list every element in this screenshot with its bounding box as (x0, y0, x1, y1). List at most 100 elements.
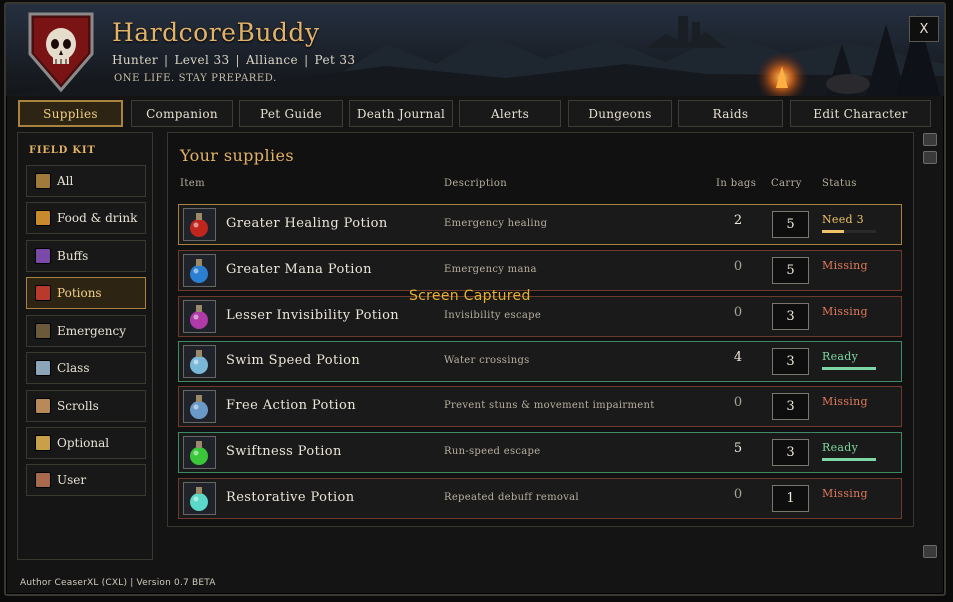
item-name: Lesser Invisibility Potion (226, 308, 400, 323)
carry-target-input[interactable]: 3 (772, 393, 809, 420)
status-label: Ready (822, 350, 859, 363)
tab-supplies[interactable]: Supplies (18, 100, 123, 127)
character-level: Level 33 (174, 53, 230, 67)
supply-row[interactable]: Greater Healing Potion Emergency healing 2… (178, 204, 902, 245)
panel-title: Your supplies (180, 146, 294, 165)
sidebar-item-optional[interactable]: Optional (26, 427, 146, 459)
status-label: Need 3 (822, 213, 864, 226)
separator: | (163, 53, 169, 67)
tab-raids[interactable]: Raids (678, 100, 783, 127)
character-faction: Alliance (245, 53, 299, 67)
map-icon (35, 173, 51, 189)
supply-row[interactable]: Swim Speed Potion Water crossings 4 3 Ready (178, 341, 902, 382)
status-label: Missing (822, 259, 868, 272)
scroll-up-button[interactable] (923, 133, 937, 146)
supply-row[interactable]: Swiftness Potion Run-speed escape 5 3 Ready (178, 432, 902, 473)
sidebar-item-food-drink[interactable]: Food & drink (26, 202, 146, 234)
green-potion-icon (183, 436, 216, 469)
addon-window: HardcoreBuddy Hunter | Level 33 | Alliance | P… (4, 2, 946, 596)
red-potion-icon (183, 208, 216, 241)
close-button[interactable]: X (909, 16, 939, 42)
sidebar-item-label: Class (57, 361, 90, 375)
sidebar-item-label: Potions (57, 286, 102, 300)
sidebar-item-label: Buffs (57, 249, 89, 263)
status-label: Missing (822, 395, 868, 408)
resize-handle[interactable] (923, 545, 937, 558)
scroll-thumb[interactable] (923, 151, 937, 164)
in-bags-count: 0 (733, 395, 743, 410)
item-name: Greater Healing Potion (226, 216, 388, 231)
carry-target-input[interactable]: 1 (772, 485, 809, 512)
status-progress-fill (822, 367, 876, 370)
carry-target-input[interactable]: 3 (772, 439, 809, 466)
field-kit-sidebar: FIELD KIT All Food & drink Buffs Potions Eme… (17, 132, 153, 560)
sidebar-item-label: Food & drink (57, 211, 138, 225)
sidebar-item-buffs[interactable]: Buffs (26, 240, 146, 272)
potion-icon (35, 285, 51, 301)
tab-dungeons[interactable]: Dungeons (568, 100, 672, 127)
supply-row[interactable]: Greater Mana Potion Emergency mana 0 5 Missi… (178, 250, 902, 291)
bowl-icon (183, 482, 216, 515)
status-progress-bar (822, 458, 876, 461)
carry-target-input[interactable]: 3 (772, 348, 809, 375)
sidebar-item-all[interactable]: All (26, 165, 146, 197)
bottle-icon (183, 390, 216, 423)
user-icon (35, 472, 51, 488)
column-header-description: Description (444, 178, 508, 189)
class-icon (35, 360, 51, 376)
item-description: Invisibility escape (444, 310, 542, 321)
flask-icon (183, 345, 216, 378)
separator: | (235, 53, 240, 67)
pet-level: Pet 33 (314, 53, 356, 67)
in-bags-count: 5 (733, 441, 743, 456)
in-bags-count: 4 (733, 350, 743, 365)
column-header-item: Item (180, 178, 205, 189)
tab-pet-guide[interactable]: Pet Guide (239, 100, 343, 127)
optional-icon (35, 435, 51, 451)
status-progress-bar (822, 367, 876, 370)
sidebar-title: FIELD KIT (29, 145, 96, 156)
item-description: Water crossings (444, 355, 530, 366)
carry-target-input[interactable]: 5 (772, 257, 809, 284)
supply-row[interactable]: Lesser Invisibility Potion Invisibility e… (178, 296, 902, 337)
item-name: Greater Mana Potion (226, 262, 372, 277)
sidebar-item-user[interactable]: User (26, 464, 146, 496)
separator: | (304, 53, 309, 67)
status-label: Ready (822, 441, 859, 454)
supply-row[interactable]: Restorative Potion Repeated debuff remova… (178, 478, 902, 519)
item-name: Restorative Potion (226, 490, 355, 505)
carry-target-input[interactable]: 3 (772, 303, 809, 330)
blue-potion-icon (183, 254, 216, 287)
sidebar-item-label: User (57, 473, 87, 487)
item-description: Emergency healing (444, 218, 548, 229)
sidebar-item-class[interactable]: Class (26, 352, 146, 384)
sidebar-item-emergency[interactable]: Emergency (26, 315, 146, 347)
footer-credits: Author CeaserXL (CXL) | Version 0.7 BETA (20, 578, 216, 588)
sidebar-item-scrolls[interactable]: Scrolls (26, 390, 146, 422)
status-label: Missing (822, 305, 868, 318)
sidebar-item-potions[interactable]: Potions (26, 277, 146, 309)
carry-target-input[interactable]: 5 (772, 211, 809, 238)
header-banner: HardcoreBuddy Hunter | Level 33 | Alliance | P… (6, 4, 944, 96)
item-name: Swim Speed Potion (226, 353, 361, 368)
tagline: ONE LIFE. STAY PREPARED. (114, 73, 277, 84)
purple-potion-icon (183, 300, 216, 333)
column-header-status: Status (822, 178, 857, 189)
character-class: Hunter (112, 53, 158, 67)
supply-row[interactable]: Free Action Potion Prevent stuns & moveme… (178, 386, 902, 427)
tab-edit-character[interactable]: Edit Character (790, 100, 931, 127)
tab-companion[interactable]: Companion (131, 100, 233, 127)
buff-icon (35, 248, 51, 264)
item-description: Run-speed escape (444, 446, 541, 457)
item-description: Prevent stuns & movement impairment (444, 400, 655, 411)
item-description: Repeated debuff removal (444, 492, 579, 503)
item-name: Swiftness Potion (226, 444, 342, 459)
tab-alerts[interactable]: Alerts (459, 100, 561, 127)
status-label: Missing (822, 487, 868, 500)
scroll-icon (35, 398, 51, 414)
in-bags-count: 2 (733, 213, 743, 228)
in-bags-count: 0 (733, 305, 743, 320)
tab-death-journal[interactable]: Death Journal (349, 100, 453, 127)
sidebar-item-label: Scrolls (57, 399, 99, 413)
item-description: Emergency mana (444, 264, 537, 275)
